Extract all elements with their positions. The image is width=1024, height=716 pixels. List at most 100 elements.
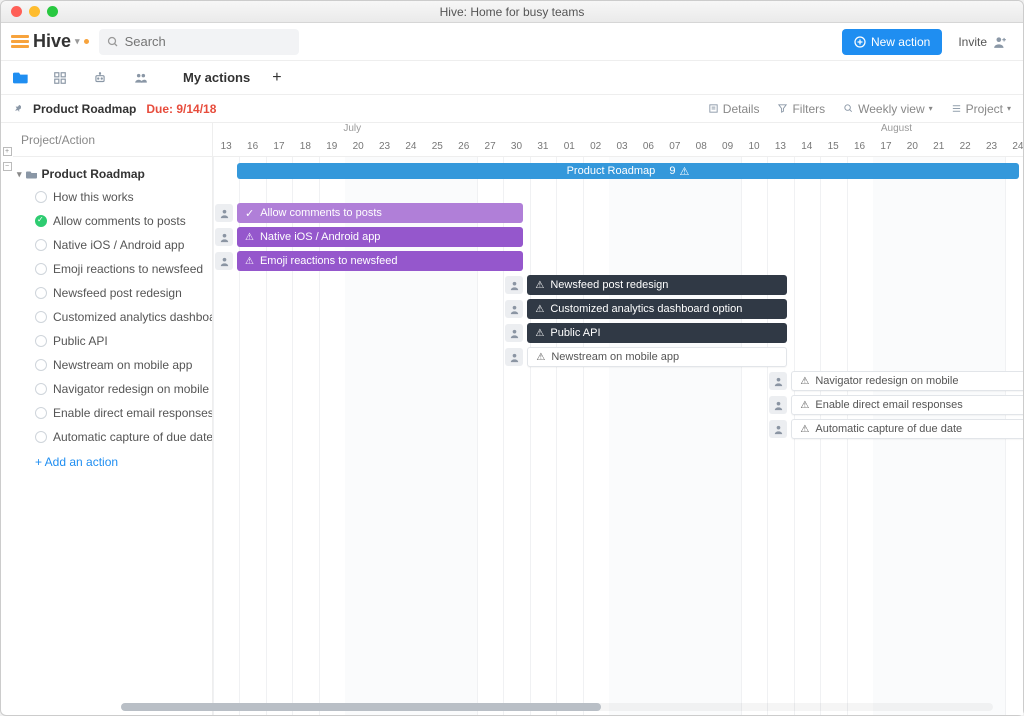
filters-button[interactable]: Filters <box>777 102 825 116</box>
date-cell: 09 <box>714 137 740 156</box>
date-cell: 13 <box>767 137 793 156</box>
check-icon[interactable] <box>35 407 47 419</box>
date-cell: 01 <box>556 137 582 156</box>
assignee-avatar[interactable] <box>505 300 523 318</box>
check-icon[interactable] <box>35 335 47 347</box>
assignee-avatar[interactable] <box>215 204 233 222</box>
tree-item[interactable]: Allow comments to posts <box>35 209 208 233</box>
folder-icon[interactable] <box>13 71 31 85</box>
gantt-bar[interactable]: ⚠Navigator redesign on mobile <box>791 371 1023 391</box>
gantt-bar[interactable]: ⚠Emoji reactions to newsfeed <box>237 251 523 271</box>
tree-item-label: Emoji reactions to newsfeed <box>53 262 203 276</box>
gantt-grid[interactable]: Product Roadmap 9 ⚠ ✓Allow comments to po… <box>213 157 1023 715</box>
tree-item[interactable]: Public API <box>35 329 208 353</box>
gantt-bar-label: Automatic capture of due date <box>815 423 962 435</box>
warning-icon: ⚠ <box>800 400 809 411</box>
check-icon[interactable] <box>35 287 47 299</box>
gantt-bar[interactable]: ⚠ Newstream on mobile app <box>527 347 787 367</box>
check-icon[interactable] <box>35 263 47 275</box>
tree-item[interactable]: Newstream on mobile app <box>35 353 208 377</box>
date-cell: 07 <box>662 137 688 156</box>
gantt-bar[interactable]: ⚠Automatic capture of due date <box>791 419 1023 439</box>
pinned-title[interactable]: Product Roadmap <box>33 102 136 116</box>
month-label: August <box>770 123 1023 137</box>
sidebar: Project/Action ▾ Product Roadmap How thi… <box>13 123 213 715</box>
date-cell: 13 <box>213 137 239 156</box>
weekly-view-dropdown[interactable]: Weekly view ▾ <box>843 102 932 116</box>
expand-collapse-column: + − <box>1 123 13 715</box>
gantt-bar[interactable]: ✓Allow comments to posts <box>237 203 523 223</box>
assignee-avatar[interactable] <box>505 348 523 366</box>
assignee-avatar[interactable] <box>215 228 233 246</box>
sidebar-header: Project/Action <box>13 123 212 157</box>
gantt-bar-label: Newstream on mobile app <box>551 351 679 363</box>
check-icon[interactable] <box>35 383 47 395</box>
gantt-bar[interactable]: ⚠Newsfeed post redesign <box>527 275 787 295</box>
date-cell: 17 <box>266 137 292 156</box>
check-icon[interactable] <box>35 311 47 323</box>
date-row: 1316171819202324252627303101020306070809… <box>213 137 1023 157</box>
project-dropdown[interactable]: Project ▾ <box>951 102 1011 116</box>
gantt-bar-label: Allow comments to posts <box>260 207 382 219</box>
search-icon <box>107 36 119 48</box>
scrollbar-thumb[interactable] <box>121 703 601 711</box>
month-label: July <box>213 123 491 137</box>
tree-root[interactable]: ▾ Product Roadmap <box>17 163 208 185</box>
tree-item[interactable]: Newsfeed post redesign <box>35 281 208 305</box>
expand-all-icon[interactable]: + <box>3 147 12 156</box>
titlebar: Hive: Home for busy teams <box>1 1 1023 23</box>
assignee-avatar[interactable] <box>769 396 787 414</box>
assignee-avatar[interactable] <box>769 372 787 390</box>
gantt-bar[interactable]: ⚠Customized analytics dashboard option <box>527 299 787 319</box>
new-action-button[interactable]: New action <box>842 29 942 55</box>
tree-item-label: Navigator redesign on mobile <box>53 382 209 396</box>
tree-root-label: Product Roadmap <box>42 167 145 181</box>
horizontal-scrollbar[interactable] <box>121 703 993 711</box>
assignee-avatar[interactable] <box>215 252 233 270</box>
gantt-project-bar[interactable]: Product Roadmap 9 ⚠ <box>237 163 1019 179</box>
warning-icon: ⚠ <box>536 352 545 363</box>
tree-item[interactable]: Customized analytics dashboard option <box>35 305 208 329</box>
add-tab-button[interactable]: + <box>272 69 281 87</box>
assignee-avatar[interactable] <box>505 276 523 294</box>
check-icon[interactable] <box>35 215 47 227</box>
date-cell: 23 <box>978 137 1004 156</box>
assignee-avatar[interactable] <box>769 420 787 438</box>
tree-item[interactable]: Navigator redesign on mobile <box>35 377 208 401</box>
date-cell: 21 <box>926 137 952 156</box>
gantt-bar[interactable]: ⚠Enable direct email responses <box>791 395 1023 415</box>
person-plus-icon <box>993 35 1007 49</box>
gantt-bar-label: Newsfeed post redesign <box>550 279 668 291</box>
date-cell: 27 <box>477 137 503 156</box>
tree-item[interactable]: How this works <box>35 185 208 209</box>
check-icon[interactable] <box>35 359 47 371</box>
tree-item-label: Newsfeed post redesign <box>53 286 182 300</box>
robot-icon[interactable] <box>93 71 111 85</box>
tree-item[interactable]: Enable direct email responses <box>35 401 208 425</box>
details-button[interactable]: Details <box>708 102 760 116</box>
search-field[interactable] <box>125 34 291 49</box>
brand-logo[interactable]: Hive ▾ <box>11 31 89 52</box>
check-icon[interactable] <box>35 239 47 251</box>
tree-item[interactable]: Automatic capture of due date <box>35 425 208 449</box>
add-action-link[interactable]: + Add an action <box>17 449 208 475</box>
gantt-bar[interactable]: ⚠Native iOS / Android app <box>237 227 523 247</box>
tree-item[interactable]: Emoji reactions to newsfeed <box>35 257 208 281</box>
my-actions-tab[interactable]: My actions <box>183 70 250 85</box>
tree-item-label: Customized analytics dashboard option <box>53 310 212 324</box>
gantt-bar[interactable]: ⚠Public API <box>527 323 787 343</box>
month-row: July August <box>213 123 1023 137</box>
grid-icon[interactable] <box>53 71 71 85</box>
people-icon[interactable] <box>133 71 151 85</box>
gantt-bar-label: Navigator redesign on mobile <box>815 375 958 387</box>
tree-item-label: Allow comments to posts <box>53 214 186 228</box>
pin-icon <box>13 103 23 115</box>
tree-item[interactable]: Native iOS / Android app <box>35 233 208 257</box>
assignee-avatar[interactable] <box>505 324 523 342</box>
check-icon[interactable] <box>35 431 47 443</box>
folder-icon <box>26 169 38 180</box>
check-icon[interactable] <box>35 191 47 203</box>
collapse-all-icon[interactable]: − <box>3 162 12 171</box>
invite-button[interactable]: Invite <box>952 35 1013 49</box>
search-input[interactable] <box>99 29 299 55</box>
